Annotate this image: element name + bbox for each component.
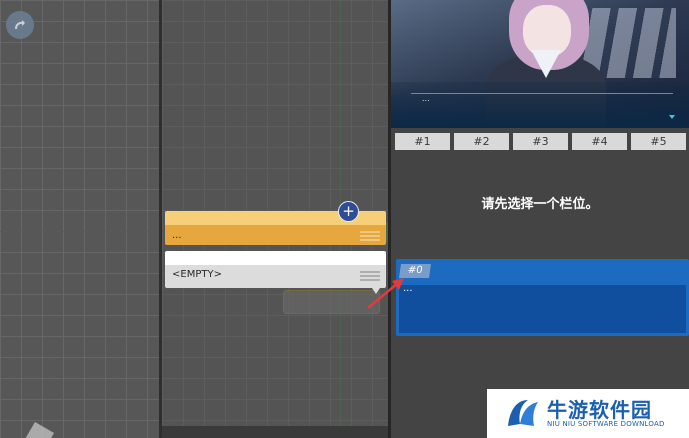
watermark-title: 牛游软件园 bbox=[547, 398, 652, 422]
add-node-button[interactable]: + bbox=[338, 201, 359, 222]
slot-0-content bbox=[399, 285, 686, 333]
node-text: ... bbox=[172, 230, 182, 241]
watermark-subtitle: NIU NIU SOFTWARE DOWNLOAD bbox=[547, 420, 665, 428]
canvas-corner-shape bbox=[23, 421, 55, 438]
dialog-node-empty[interactable]: <EMPTY> bbox=[165, 251, 386, 294]
slot-0-panel[interactable]: #0 ... bbox=[396, 259, 689, 336]
select-slot-prompt: 请先选择一个栏位。 bbox=[481, 197, 599, 212]
ghost-node bbox=[283, 290, 380, 314]
tab-slot-1[interactable]: #1 bbox=[395, 133, 450, 150]
canvas-bottom-bar bbox=[162, 426, 388, 438]
tab-slot-2[interactable]: #2 bbox=[454, 133, 509, 150]
dialog-text: ... bbox=[422, 94, 430, 103]
scene-preview: ... bbox=[391, 0, 689, 128]
tab-slot-3[interactable]: #3 bbox=[513, 133, 568, 150]
tab-slot-4[interactable]: #4 bbox=[572, 133, 627, 150]
horizontal-guide-line bbox=[0, 231, 159, 232]
slot-text: ... bbox=[403, 283, 413, 294]
redo-arrow-icon bbox=[15, 20, 25, 30]
tab-slot-5[interactable]: #5 bbox=[631, 133, 686, 150]
niuniu-logo-icon bbox=[508, 400, 538, 426]
menu-lines-icon[interactable] bbox=[360, 231, 380, 241]
site-watermark: 牛游软件园 NIU NIU SOFTWARE DOWNLOAD bbox=[487, 389, 689, 438]
dialog-box-shade bbox=[391, 82, 689, 128]
grid-canvas-left[interactable] bbox=[0, 0, 159, 438]
character-face bbox=[523, 5, 571, 57]
slot-tabs: #1 #2 #3 #4 #5 bbox=[395, 133, 686, 150]
slot-badge: #0 bbox=[399, 264, 431, 278]
preview-panel: ... #1 #2 #3 #4 #5 请先选择一个栏位。 #0 ... bbox=[391, 0, 689, 438]
node-text: <EMPTY> bbox=[172, 269, 222, 280]
menu-lines-icon[interactable] bbox=[360, 271, 380, 281]
plus-icon: + bbox=[342, 202, 355, 220]
caret-down-icon bbox=[669, 115, 675, 119]
redo-button[interactable] bbox=[6, 11, 34, 39]
dialog-box-line bbox=[411, 93, 673, 94]
